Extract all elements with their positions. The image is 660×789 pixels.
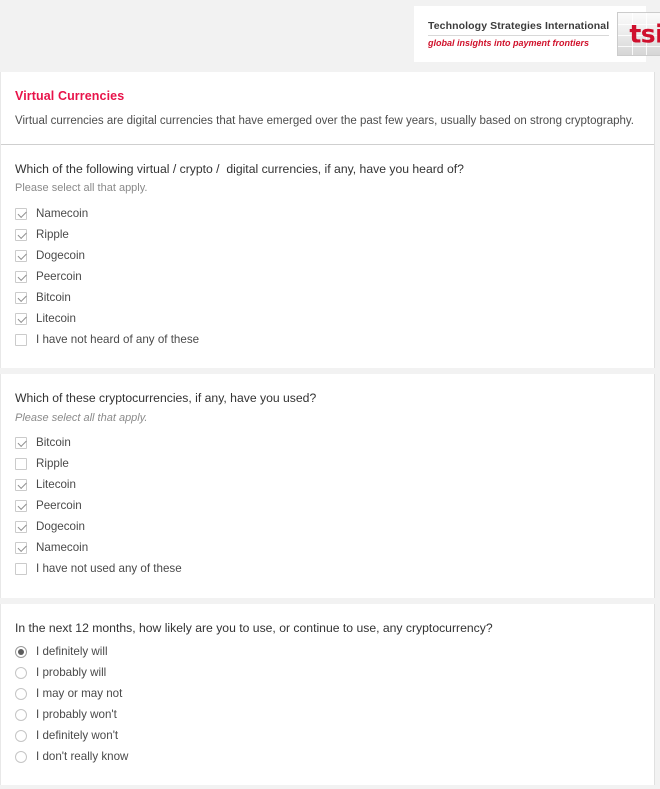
checkbox-checked-icon[interactable] <box>15 542 27 555</box>
question-card: In the next 12 months, how likely are yo… <box>0 603 655 786</box>
checkbox-checked-icon[interactable] <box>15 270 27 283</box>
option-list: Bitcoin Ripple Litecoin Peercoin Dogecoin Nam… <box>15 433 640 580</box>
question-card: Which of these cryptocurrencies, if any,… <box>0 374 655 598</box>
radio-option[interactable]: I probably will <box>15 662 640 683</box>
radio-option[interactable]: I may or may not <box>15 683 640 704</box>
option-label: Dogecoin <box>36 248 85 262</box>
question-block: Which of the following virtual / crypto … <box>1 145 654 368</box>
option-list: Namecoin Ripple Dogecoin Peercoin Bitcoin Lit… <box>15 203 640 350</box>
option-label: Peercoin <box>36 499 82 513</box>
checkbox-option[interactable]: Peercoin <box>15 496 640 517</box>
option-label: Namecoin <box>36 206 89 220</box>
option-label: Peercoin <box>36 269 82 283</box>
company-name: Technology Strategies International <box>428 19 610 32</box>
checkbox-unchecked-icon[interactable] <box>15 458 27 471</box>
checkbox-checked-icon[interactable] <box>15 249 27 262</box>
radio-option[interactable]: I probably won't <box>15 704 640 725</box>
option-label: Litecoin <box>36 478 76 492</box>
checkbox-unchecked-icon[interactable] <box>15 563 27 576</box>
radio-unselected-icon[interactable] <box>15 666 27 679</box>
option-label: I may or may not <box>36 686 123 700</box>
option-label: I probably will <box>36 665 107 679</box>
radio-unselected-icon[interactable] <box>15 687 27 700</box>
checkbox-checked-icon[interactable] <box>15 437 27 450</box>
tsi-logo-text: tsi <box>629 19 660 49</box>
question-instruction: Please select all that apply. <box>15 182 148 195</box>
radio-option[interactable]: I definitely will <box>15 641 640 662</box>
checkbox-checked-icon[interactable] <box>15 228 27 241</box>
question-instruction: Please select all that apply. <box>15 411 148 424</box>
option-label: I definitely won't <box>36 728 119 742</box>
checkbox-checked-icon[interactable] <box>15 291 27 304</box>
logo-wordmark: Technology Strategies International glob… <box>428 19 617 50</box>
option-label: Dogecoin <box>36 520 85 534</box>
radio-option[interactable]: I don't really know <box>15 746 640 767</box>
checkbox-option[interactable]: I have not used any of these <box>15 559 640 580</box>
page-description: Virtual currencies are digital currencie… <box>15 115 634 127</box>
checkbox-option[interactable]: Namecoin <box>15 538 640 559</box>
option-label: Bitcoin <box>36 290 71 304</box>
checkbox-option[interactable]: Peercoin <box>15 266 640 287</box>
option-label: Litecoin <box>36 311 76 325</box>
page-header: Technology Strategies International glob… <box>0 0 660 72</box>
checkbox-checked-icon[interactable] <box>15 521 27 534</box>
radio-unselected-icon[interactable] <box>15 729 27 742</box>
checkbox-option[interactable]: Litecoin <box>15 308 640 329</box>
intro-card: Virtual Currencies Virtual currencies ar… <box>0 72 655 145</box>
option-label: Bitcoin <box>36 436 71 450</box>
option-label: I definitely will <box>36 644 108 658</box>
option-label: Ripple <box>36 457 69 471</box>
question-block: In the next 12 months, how likely are yo… <box>1 604 654 785</box>
checkbox-option[interactable]: Litecoin <box>15 475 640 496</box>
checkbox-option[interactable]: Bitcoin <box>15 287 640 308</box>
checkbox-checked-icon[interactable] <box>15 312 27 325</box>
tsi-logo-icon: tsi <box>617 12 660 56</box>
checkbox-checked-icon[interactable] <box>15 207 27 220</box>
checkbox-option[interactable]: Ripple <box>15 454 640 475</box>
checkbox-checked-icon[interactable] <box>15 500 27 513</box>
checkbox-option[interactable]: Namecoin <box>15 203 640 224</box>
company-logo-panel: Technology Strategies International glob… <box>414 6 660 62</box>
page-title: Virtual Currencies <box>15 89 125 103</box>
checkbox-option[interactable]: Bitcoin <box>15 433 640 454</box>
option-label: I have not used any of these <box>36 562 182 576</box>
option-label: I don't really know <box>36 749 129 763</box>
question-block: Which of these cryptocurrencies, if any,… <box>1 374 654 597</box>
question-title: Which of these cryptocurrencies, if any,… <box>15 391 317 406</box>
question-card: Which of the following virtual / crypto … <box>0 144 655 369</box>
radio-option[interactable]: I definitely won't <box>15 725 640 746</box>
question-title: Which of the following virtual / crypto … <box>15 161 464 176</box>
radio-unselected-icon[interactable] <box>15 708 27 721</box>
checkbox-option[interactable]: Dogecoin <box>15 517 640 538</box>
checkbox-option[interactable]: I have not heard of any of these <box>15 329 640 350</box>
checkbox-unchecked-icon[interactable] <box>15 333 27 346</box>
radio-unselected-icon[interactable] <box>15 750 27 763</box>
option-label: Ripple <box>36 227 69 241</box>
checkbox-option[interactable]: Dogecoin <box>15 245 640 266</box>
company-tagline: global insights into payment frontiers <box>428 37 590 48</box>
questions-container: Which of the following virtual / crypto … <box>0 144 660 786</box>
option-label: I probably won't <box>36 707 117 721</box>
option-label: Namecoin <box>36 541 89 555</box>
option-label: I have not heard of any of these <box>36 332 200 346</box>
logo-divider <box>428 34 610 36</box>
checkbox-option[interactable]: Ripple <box>15 224 640 245</box>
question-title: In the next 12 months, how likely are yo… <box>15 620 493 635</box>
checkbox-checked-icon[interactable] <box>15 479 27 492</box>
radio-selected-icon[interactable] <box>15 645 27 658</box>
option-list: I definitely will I probably will I may or… <box>15 641 640 767</box>
